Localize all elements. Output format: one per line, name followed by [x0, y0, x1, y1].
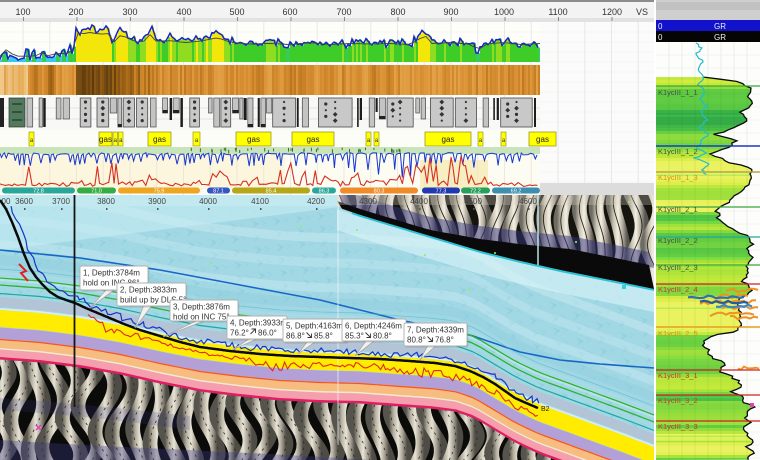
svg-text:4200: 4200: [307, 197, 325, 206]
svg-text:VS: VS: [636, 7, 648, 17]
svg-text:gas: gas: [99, 135, 112, 144]
svg-text:3900: 3900: [148, 197, 166, 206]
svg-text:K1ycIII_2_3: K1ycIII_2_3: [658, 263, 698, 272]
svg-text:hold on INC 75°: hold on INC 75°: [173, 313, 230, 322]
svg-text:K1ycIII_1_1: K1ycIII_1_1: [658, 88, 698, 97]
svg-text:4100: 4100: [251, 197, 269, 206]
svg-text:4000: 4000: [199, 197, 217, 206]
svg-text:200: 200: [68, 7, 83, 17]
svg-text:2, Depth:3833m: 2, Depth:3833m: [120, 286, 177, 295]
svg-text:1000: 1000: [494, 7, 514, 17]
svg-text:72.2: 72.2: [470, 189, 481, 195]
svg-text:76.2°: 76.2°: [230, 329, 249, 338]
svg-text:K1ycIII_1_2: K1ycIII_1_2: [658, 147, 698, 156]
svg-text:87.1: 87.1: [213, 189, 224, 195]
svg-text:K1ycIII_2_4: K1ycIII_2_4: [658, 285, 698, 294]
svg-text:gas: gas: [153, 135, 166, 144]
svg-text:85.3°: 85.3°: [345, 332, 364, 341]
svg-text:K1ycIII_2_1: K1ycIII_2_1: [658, 205, 698, 214]
svg-text:K1ycIII_2_5: K1ycIII_2_5: [658, 329, 698, 338]
svg-text:gas: gas: [247, 135, 260, 144]
svg-text:400: 400: [176, 7, 191, 17]
svg-text:85.4: 85.4: [266, 189, 277, 195]
svg-text:B2: B2: [541, 406, 550, 413]
svg-text:gas: gas: [442, 135, 455, 144]
svg-text:4300: 4300: [359, 197, 377, 206]
svg-text:700: 700: [336, 7, 351, 17]
svg-text:69.2: 69.2: [511, 189, 522, 195]
svg-text:100: 100: [15, 7, 30, 17]
svg-text:4, Depth:3933m: 4, Depth:3933m: [230, 319, 287, 328]
svg-text:300: 300: [122, 7, 137, 17]
svg-text:600: 600: [282, 7, 297, 17]
svg-text:0: 0: [658, 22, 663, 31]
svg-text:K1ycIII_3_2: K1ycIII_3_2: [658, 396, 698, 405]
svg-text:500: 500: [229, 7, 244, 17]
svg-text:4500: 4500: [464, 197, 482, 206]
svg-text:gas: gas: [307, 135, 320, 144]
svg-text:3700: 3700: [52, 197, 70, 206]
svg-text:K1ycIII_3_1: K1ycIII_3_1: [658, 371, 698, 380]
svg-text:75.9: 75.9: [154, 189, 165, 195]
svg-text:80.8°: 80.8°: [407, 336, 426, 345]
svg-text:5, Depth:4163m: 5, Depth:4163m: [286, 322, 343, 331]
svg-text:800: 800: [390, 7, 405, 17]
svg-text:3, Depth:3876m: 3, Depth:3876m: [173, 303, 230, 312]
svg-text:3800: 3800: [97, 197, 115, 206]
svg-text:K1ycIII_3_3: K1ycIII_3_3: [658, 422, 698, 431]
svg-text:K1ycIII_1_3: K1ycIII_1_3: [658, 173, 698, 182]
svg-text:1200: 1200: [602, 7, 622, 17]
svg-text:80.8°: 80.8°: [373, 332, 392, 341]
svg-text:1100: 1100: [548, 7, 567, 17]
svg-text:4600: 4600: [519, 197, 537, 206]
svg-text:gas: gas: [536, 135, 549, 144]
svg-text:K1ycIII_2_2: K1ycIII_2_2: [658, 236, 698, 245]
svg-text:80.3: 80.3: [374, 189, 385, 195]
svg-text:GR: GR: [714, 33, 726, 42]
svg-text:0: 0: [658, 33, 663, 42]
svg-text:77.3: 77.3: [436, 189, 447, 195]
svg-text:6, Depth:4246m: 6, Depth:4246m: [345, 322, 402, 331]
svg-text:71.0: 71.0: [91, 189, 102, 195]
svg-text:76.8°: 76.8°: [435, 336, 454, 345]
svg-text:72.8: 72.8: [33, 189, 44, 195]
svg-text:3600: 3600: [15, 197, 33, 206]
svg-text:4400: 4400: [410, 197, 428, 206]
svg-text:85.8°: 85.8°: [314, 332, 333, 341]
svg-text:86.8°: 86.8°: [286, 332, 305, 341]
svg-text:900: 900: [443, 7, 458, 17]
svg-text:86.0°: 86.0°: [258, 329, 277, 338]
svg-text:86.3: 86.3: [319, 189, 330, 195]
svg-text:7, Depth:4339m: 7, Depth:4339m: [407, 326, 464, 335]
svg-text:1, Depth:3784m: 1, Depth:3784m: [83, 269, 140, 278]
svg-text:GR: GR: [714, 22, 726, 31]
